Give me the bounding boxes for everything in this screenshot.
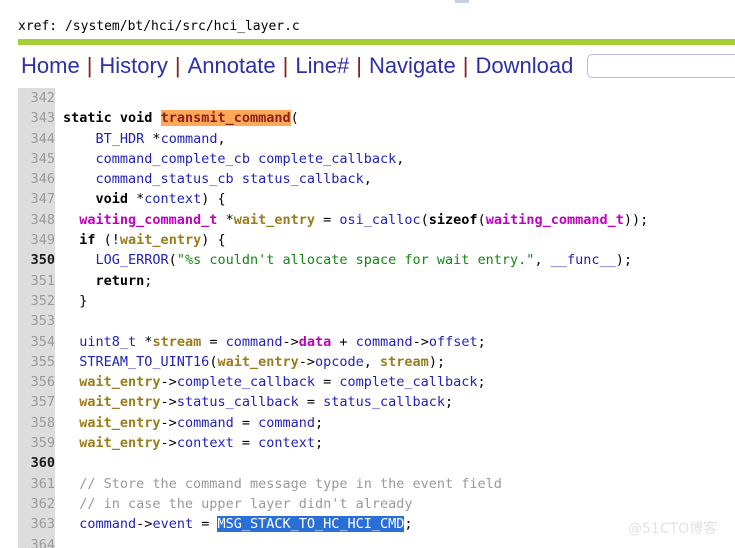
code-text: command->event = MSG_STACK_TO_HC_HCI_CMD… [79,516,413,533]
nav-line-number[interactable]: Line# [288,51,356,81]
code-line[interactable]: 357 wait_entry->status_callback = status… [0,392,648,412]
code-text: wait_entry->command = command; [79,414,324,431]
code-text: // Store the command message type in the… [79,475,502,492]
nav-navigate[interactable]: Navigate [362,51,463,81]
code-text: wait_entry->status_callback = status_cal… [79,394,454,411]
code-line[interactable]: 343 static void transmit_command( [0,108,648,128]
line-number[interactable]: 347 [18,189,55,209]
code-line[interactable]: 354 uint8_t *stream = command->data + co… [0,332,648,352]
search-input[interactable] [587,54,735,78]
line-number[interactable]: 346 [18,169,55,189]
code-line[interactable]: 358 wait_entry->command = command; [0,413,648,433]
line-number[interactable]: 350 [18,250,55,270]
line-number[interactable]: 358 [18,413,55,433]
line-number[interactable]: 354 [18,332,55,352]
code-line[interactable]: 347 void *context) { [0,189,648,209]
code-line[interactable]: 356 wait_entry->complete_callback = comp… [0,372,648,392]
code-line[interactable]: 355 STREAM_TO_UINT16(wait_entry->opcode,… [0,352,648,372]
code-lines-container: 342 343 static void transmit_command( 344 B… [0,88,649,548]
line-number[interactable]: 343 [18,108,55,128]
code-text: // in case the upper layer didn't alread… [79,495,413,512]
code-line[interactable]: 351 return; [0,271,648,291]
code-text: command_status_cb status_callback, [95,171,372,188]
navigation-menubar: Home | History | Annotate | Line# | Navi… [18,50,735,82]
code-text: } [63,292,88,309]
code-line[interactable]: 350 LOG_ERROR("%s couldn't allocate spac… [0,250,648,270]
code-line[interactable]: 362 // in case the upper layer didn't al… [0,494,648,514]
line-number[interactable]: 348 [18,210,55,230]
code-text: wait_entry->complete_callback = complete… [79,374,486,391]
line-number[interactable]: 353 [18,311,55,331]
code-text: if (!wait_entry) { [79,232,226,249]
code-text: static void transmit_command( [63,110,299,127]
xref-path-label: xref: /system/bt/hci/src/hci_layer.c [18,19,300,34]
nav-download[interactable]: Download [469,51,581,81]
line-number[interactable]: 361 [18,474,55,494]
top-edge-artifact [455,0,469,3]
code-text: return; [95,272,153,289]
code-line[interactable]: 348 waiting_command_t *wait_entry = osi_… [0,210,649,230]
code-line[interactable]: 360 [0,453,648,473]
code-line[interactable]: 352 } [0,291,648,311]
watermark: @51CTO博客 [628,521,718,537]
code-text: STREAM_TO_UINT16(wait_entry->opcode, str… [79,353,446,370]
code-line[interactable]: 346 command_status_cb status_callback, [0,169,648,189]
code-line[interactable]: 361 // Store the command message type in… [0,474,648,494]
line-number[interactable]: 342 [18,88,55,108]
code-line[interactable]: 349 if (!wait_entry) { [0,230,648,250]
nav-history[interactable]: History [92,51,174,81]
code-line[interactable]: 344 BT_HDR *command, [0,129,648,149]
line-number[interactable]: 357 [18,392,55,412]
code-line[interactable]: 342 [0,88,648,108]
code-line[interactable]: 364 [0,535,648,548]
line-number[interactable]: 362 [18,494,55,514]
code-line[interactable]: 353 [0,311,648,331]
line-number[interactable]: 344 [18,129,55,149]
code-text: command_complete_cb complete_callback, [95,150,405,167]
line-number[interactable]: 356 [18,372,55,392]
line-number[interactable]: 360 [18,453,55,473]
code-text: uint8_t *stream = command->data + comman… [79,333,486,350]
nav-annotate[interactable]: Annotate [181,51,283,81]
line-number[interactable]: 351 [18,271,55,291]
code-text: wait_entry->context = context; [79,435,324,452]
line-number[interactable]: 349 [18,230,55,250]
line-number[interactable]: 352 [18,291,55,311]
line-number[interactable]: 364 [18,535,55,548]
green-divider-rule [18,39,735,45]
code-text: waiting_command_t *wait_entry = osi_call… [79,211,649,228]
line-number[interactable]: 363 [18,514,55,534]
code-text: LOG_ERROR("%s couldn't allocate space fo… [95,252,632,269]
code-line[interactable]: 345 command_complete_cb complete_callbac… [0,149,648,169]
line-number[interactable]: 345 [18,149,55,169]
nav-home[interactable]: Home [18,51,87,81]
line-number[interactable]: 355 [18,352,55,372]
code-line[interactable]: 359 wait_entry->context = context; [0,433,648,453]
line-number[interactable]: 359 [18,433,55,453]
source-code-viewer[interactable]: 342 343 static void transmit_command( 344 B… [0,88,735,548]
code-line[interactable]: 363 command->event = MSG_STACK_TO_HC_HCI… [0,514,648,534]
code-text: void *context) { [95,191,226,208]
code-text: BT_HDR *command, [95,130,226,147]
